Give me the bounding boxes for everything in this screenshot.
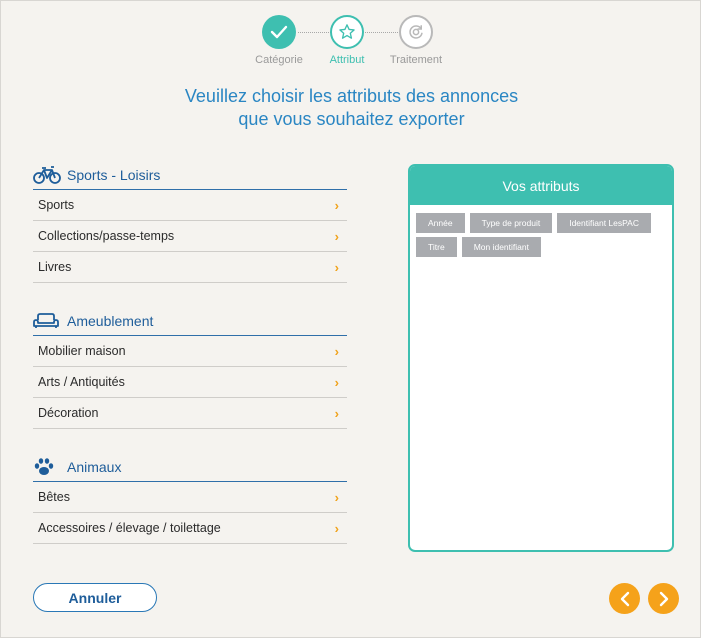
step-label: Attribut bbox=[329, 54, 365, 66]
attribute-tag-mon-identifiant[interactable]: Mon identifiant bbox=[461, 237, 541, 257]
step-traitement[interactable]: Traitement bbox=[376, 15, 456, 66]
chevron-right-icon: › bbox=[334, 343, 339, 359]
category-title: Sports - Loisirs bbox=[67, 167, 161, 183]
bicycle-icon bbox=[33, 165, 61, 185]
chevron-right-icon: › bbox=[334, 520, 339, 536]
list-item-sports[interactable]: Sports › bbox=[33, 190, 347, 221]
star-icon bbox=[330, 15, 364, 49]
chevron-right-icon: › bbox=[334, 489, 339, 505]
attributes-panel: Vos attributs Année Type de produit Iden… bbox=[408, 164, 674, 552]
next-button[interactable] bbox=[648, 583, 679, 614]
attribute-tag-list: Année Type de produit Identifiant LesPAC… bbox=[410, 205, 672, 265]
step-attribut[interactable]: Attribut bbox=[307, 15, 387, 66]
chevron-right-icon: › bbox=[334, 259, 339, 275]
category-header: Animaux bbox=[33, 453, 347, 482]
category-list: Sports - Loisirs Sports › Collections/pa… bbox=[33, 161, 347, 568]
process-icon bbox=[399, 15, 433, 49]
check-icon bbox=[262, 15, 296, 49]
list-item-label: Décoration bbox=[38, 406, 99, 420]
chevron-right-icon: › bbox=[334, 197, 339, 213]
attribute-tag-identifiant-lespac[interactable]: Identifiant LesPAC bbox=[557, 213, 651, 233]
title-line-1: Veuillez choisir les attributs des annon… bbox=[184, 86, 519, 106]
list-item-accessoires[interactable]: Accessoires / élevage / toilettage › bbox=[33, 513, 347, 544]
category-header: Ameublement bbox=[33, 307, 347, 336]
chevron-left-icon bbox=[620, 591, 629, 606]
category-group-ameublement: Ameublement Mobilier maison › Arts / Ant… bbox=[33, 307, 347, 429]
progress-stepper: Catégorie Attribut Traitement bbox=[1, 15, 701, 75]
chevron-right-icon: › bbox=[334, 374, 339, 390]
chevron-right-icon bbox=[659, 591, 668, 606]
title-line-2: que vous souhaitez exporter bbox=[238, 109, 465, 129]
list-item-label: Bêtes bbox=[38, 490, 70, 504]
list-item-livres[interactable]: Livres › bbox=[33, 252, 347, 283]
category-header: Sports - Loisirs bbox=[33, 161, 347, 190]
list-item-decoration[interactable]: Décoration › bbox=[33, 398, 347, 429]
app-window: Catégorie Attribut Traitement Veuillez c… bbox=[0, 0, 701, 638]
category-title: Ameublement bbox=[67, 313, 154, 329]
list-item-betes[interactable]: Bêtes › bbox=[33, 482, 347, 513]
list-item-label: Collections/passe-temps bbox=[38, 229, 175, 243]
paw-icon bbox=[33, 457, 61, 477]
list-item-collections[interactable]: Collections/passe-temps › bbox=[33, 221, 347, 252]
panel-title: Vos attributs bbox=[410, 166, 672, 205]
list-item-label: Sports bbox=[38, 198, 75, 212]
category-title: Animaux bbox=[67, 459, 122, 475]
attribute-tag-annee[interactable]: Année bbox=[416, 213, 465, 233]
chevron-right-icon: › bbox=[334, 405, 339, 421]
category-group-animaux: Animaux Bêtes › Accessoires / élevage / … bbox=[33, 453, 347, 544]
list-item-label: Mobilier maison bbox=[38, 344, 126, 358]
category-group-sports-loisirs: Sports - Loisirs Sports › Collections/pa… bbox=[33, 161, 347, 283]
list-item-label: Arts / Antiquités bbox=[38, 375, 125, 389]
list-item-label: Accessoires / élevage / toilettage bbox=[38, 521, 221, 535]
page-title: Veuillez choisir les attributs des annon… bbox=[1, 85, 701, 131]
cancel-button[interactable]: Annuler bbox=[33, 583, 157, 612]
list-item-label: Livres bbox=[38, 260, 72, 274]
step-label: Traitement bbox=[389, 54, 443, 66]
list-item-arts-antiquites[interactable]: Arts / Antiquités › bbox=[33, 367, 347, 398]
sofa-icon bbox=[33, 311, 61, 331]
attribute-tag-titre[interactable]: Titre bbox=[416, 237, 457, 257]
list-item-mobilier-maison[interactable]: Mobilier maison › bbox=[33, 336, 347, 367]
chevron-right-icon: › bbox=[334, 228, 339, 244]
attribute-tag-type-produit[interactable]: Type de produit bbox=[469, 213, 553, 233]
previous-button[interactable] bbox=[609, 583, 640, 614]
